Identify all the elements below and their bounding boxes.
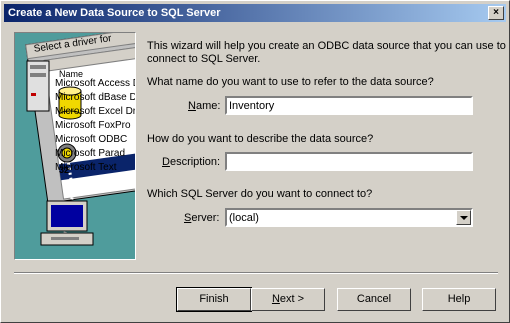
driver-item: Microsoft FoxPro xyxy=(55,120,131,131)
server-select-value: (local) xyxy=(229,212,259,224)
dropdown-arrow-icon[interactable] xyxy=(456,210,471,225)
title-bar[interactable]: Create a New Data Source to SQL Server × xyxy=(4,4,506,22)
separator xyxy=(14,272,498,274)
driver-item: Microsoft ODBC xyxy=(55,134,128,145)
driver-item-selected: SQL Server xyxy=(77,178,136,190)
driver-item: Microsoft Excel Dri xyxy=(55,106,136,117)
name-input[interactable]: Inventory xyxy=(225,96,473,115)
badge-32: 32 xyxy=(59,165,70,175)
intro-line-1: This wizard will help you create an ODBC… xyxy=(147,40,506,52)
next-button[interactable]: Next > xyxy=(251,288,325,311)
server-label: Server: xyxy=(184,212,220,224)
help-button[interactable]: Help xyxy=(422,288,496,311)
driver-item: Microsoft Parad xyxy=(55,148,126,159)
close-button[interactable]: × xyxy=(488,6,504,20)
cancel-button[interactable]: Cancel xyxy=(337,288,411,311)
description-input[interactable] xyxy=(225,152,473,171)
description-label: Description: xyxy=(162,156,221,168)
finish-button[interactable]: Finish xyxy=(176,287,252,312)
intro-line-2: connect to SQL Server. xyxy=(147,53,261,65)
server-question: Which SQL Server do you want to connect … xyxy=(147,188,373,200)
server-select[interactable]: (local) xyxy=(225,208,473,227)
driver-item: Microsoft Access Dr xyxy=(55,78,136,89)
wizard-illustration: Select a driver for Name Microsoft Acces… xyxy=(14,32,136,260)
name-question: What name do you want to use to refer to… xyxy=(147,76,434,88)
name-label: Name: xyxy=(188,100,221,112)
description-question: How do you want to describe the data sou… xyxy=(147,133,374,145)
driver-item: Microsoft dBase Dri xyxy=(55,92,136,103)
dialog-window: Create a New Data Source to SQL Server × xyxy=(0,0,510,323)
window-title: Create a New Data Source to SQL Server xyxy=(8,7,221,19)
